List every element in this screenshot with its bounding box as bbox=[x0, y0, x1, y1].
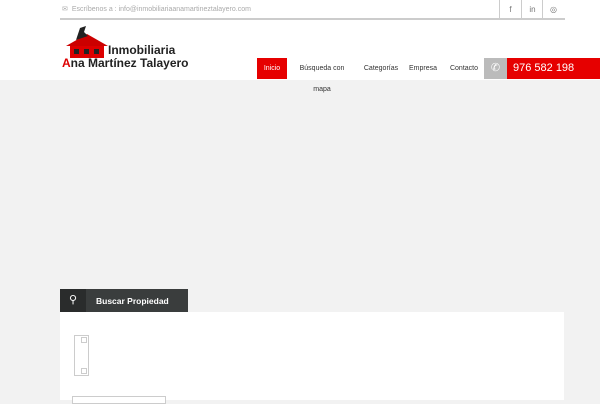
scroll-up-icon[interactable] bbox=[81, 337, 87, 343]
nav-empresa[interactable]: Empresa bbox=[407, 58, 439, 79]
search-property-tab[interactable]: ⚲ Buscar Propiedad bbox=[60, 289, 188, 312]
logo-name: na Martínez Talayero bbox=[70, 56, 189, 70]
scroll-down-icon[interactable] bbox=[81, 368, 87, 374]
nav-busqueda-mapa[interactable]: Búsqueda con mapa bbox=[290, 58, 354, 93]
nav-categorias[interactable]: Categorías bbox=[361, 58, 401, 79]
house-logo-icon bbox=[66, 26, 108, 58]
facebook-icon[interactable]: f bbox=[499, 0, 521, 19]
nav-inicio[interactable]: Inicio bbox=[257, 58, 287, 79]
logo[interactable]: Inmobiliaria Ana Martínez Talayero bbox=[60, 26, 240, 72]
multi-select-list[interactable] bbox=[74, 335, 89, 376]
search-panel bbox=[60, 312, 564, 400]
linkedin-icon[interactable]: in bbox=[521, 0, 543, 19]
logo-line2: Ana Martínez Talayero bbox=[62, 56, 189, 70]
nav-contacto[interactable]: Contacto bbox=[447, 58, 481, 79]
phone-icon: ✆ bbox=[484, 58, 507, 79]
search-title: Buscar Propiedad bbox=[96, 295, 169, 306]
select-dropdown[interactable] bbox=[72, 396, 166, 404]
instagram-icon[interactable]: ◎ bbox=[542, 0, 564, 19]
phone-number[interactable]: 976 582 198 bbox=[507, 58, 600, 79]
email-text: Escríbenos a : info@inmobiliariaanamarti… bbox=[71, 5, 251, 13]
email-contact[interactable]: ✉ Escríbenos a : info@inmobiliariaanamart… bbox=[62, 5, 251, 14]
logo-initial: A bbox=[62, 56, 71, 70]
search-icon: ⚲ bbox=[60, 289, 86, 312]
header: ✉ Escríbenos a : info@inmobiliariaanamart… bbox=[0, 0, 600, 93]
top-bar: ✉ Escríbenos a : info@inmobiliariaanamart… bbox=[60, 0, 565, 20]
envelope-icon: ✉ bbox=[62, 6, 68, 13]
logo-line1: Inmobiliaria bbox=[108, 43, 176, 57]
